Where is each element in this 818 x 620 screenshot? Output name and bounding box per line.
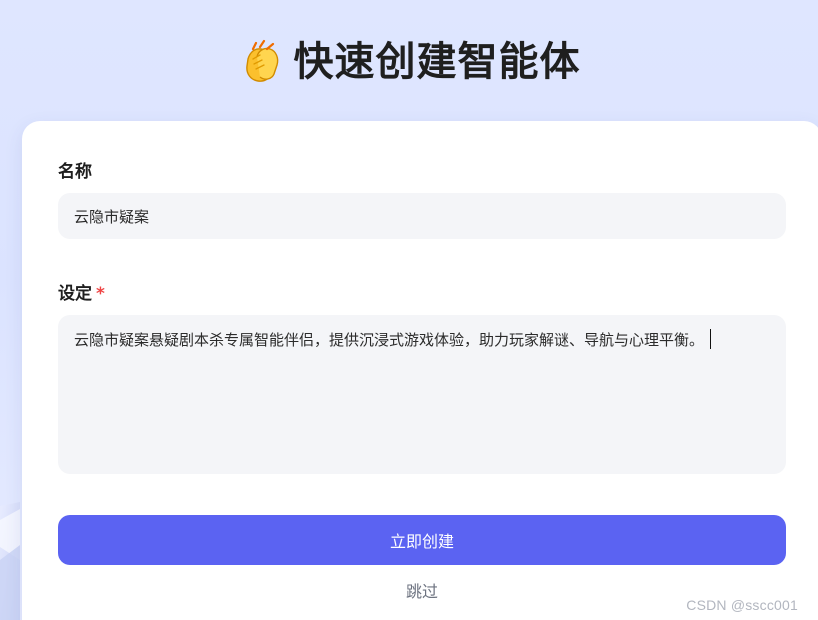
watermark: CSDN @sscc001 bbox=[686, 597, 798, 613]
setting-textarea[interactable]: 云隐市疑案悬疑剧本杀专属智能伴侣，提供沉浸式游戏体验，助力玩家解谜、导航与心理平… bbox=[58, 315, 786, 474]
create-now-button[interactable]: 立即创建 bbox=[58, 515, 786, 565]
name-label: 名称 bbox=[58, 162, 92, 182]
clapping-hands-icon bbox=[238, 39, 284, 85]
page-title: 快速创建智能体 bbox=[293, 39, 581, 85]
setting-textarea-value: 云隐市疑案悬疑剧本杀专属智能伴侣，提供沉浸式游戏体验，助力玩家解谜、导航与心理平… bbox=[74, 331, 705, 349]
setting-label: 设定 * bbox=[58, 284, 105, 304]
required-mark: * bbox=[96, 284, 105, 304]
name-input-value: 云隐市疑案 bbox=[74, 207, 150, 226]
text-cursor bbox=[710, 329, 712, 349]
skip-link[interactable]: 跳过 bbox=[58, 581, 786, 603]
page-header: 快速创建智能体 bbox=[0, 34, 818, 90]
setting-label-text: 设定 bbox=[58, 284, 92, 304]
create-agent-card: 名称 云隐市疑案 设定 * 云隐市疑案悬疑剧本杀专属智能伴侣，提供沉浸式游戏体验，… bbox=[22, 121, 818, 620]
name-input[interactable]: 云隐市疑案 bbox=[58, 193, 786, 239]
